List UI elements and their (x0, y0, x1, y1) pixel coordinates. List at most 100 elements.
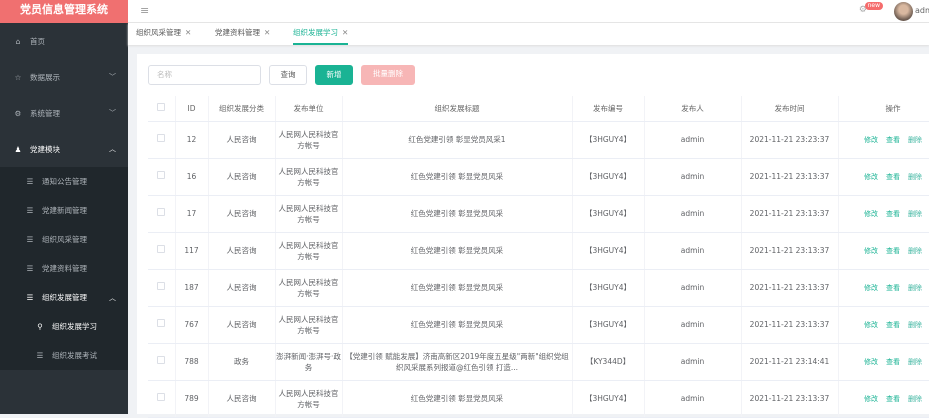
row-checkbox[interactable] (148, 121, 176, 159)
view-link[interactable]: 查看 (886, 247, 900, 255)
sidebar-item-news[interactable]: ☰ 党建新闻管理 (0, 196, 128, 225)
sidebar-item-label: 首页 (30, 36, 45, 46)
star-icon: ☆ (14, 72, 22, 82)
cell-publisher: admin (644, 343, 742, 381)
cell-category: 人民咨询 (208, 380, 276, 418)
cell-number: 【3HGUY4】 (572, 306, 645, 344)
delete-link[interactable]: 删除 (908, 284, 922, 292)
tab-materials[interactable]: 党建资料管理 ✕ (215, 23, 270, 45)
edit-link[interactable]: 修改 (864, 284, 878, 292)
delete-link[interactable]: 删除 (908, 173, 922, 181)
delete-link[interactable]: 删除 (908, 247, 922, 255)
cell-actions: 修改 查看 删除 (838, 343, 929, 381)
close-icon[interactable]: ✕ (185, 28, 191, 37)
sidebar-item-data[interactable]: ☆ 数据展示 ﹀ (0, 59, 128, 95)
cell-category: 人民咨询 (208, 158, 276, 196)
menu-toggle-icon[interactable]: ≡ (140, 4, 149, 17)
column-header: ID (175, 96, 209, 122)
table-row: 117 人民咨询 人民网人民科技官方帐号 红色党建引领 彰显党员风采 【3HGUY4】 a… (148, 232, 929, 270)
cell-category: 人民咨询 (208, 195, 276, 233)
cell-actions: 修改 查看 删除 (838, 121, 929, 159)
cell-id: 789 (175, 380, 209, 418)
cell-number: 【3HGUY4】 (572, 232, 645, 270)
delete-link[interactable]: 删除 (908, 136, 922, 144)
delete-link[interactable]: 删除 (908, 321, 922, 329)
cell-unit: 人民网人民科技官方帐号 (275, 232, 343, 270)
column-header: 发布编号 (572, 96, 645, 122)
cell-id: 17 (175, 195, 209, 233)
cell-actions: 修改 查看 删除 (838, 195, 929, 233)
edit-link[interactable]: 修改 (864, 173, 878, 181)
view-link[interactable]: 查看 (886, 358, 900, 366)
column-header: 组织发展分类 (208, 96, 276, 122)
chevron-down-icon: ﹀ (109, 73, 116, 81)
close-icon[interactable]: ✕ (264, 28, 270, 37)
tab-dev-study[interactable]: 组织发展学习 ✕ (293, 23, 349, 45)
sidebar-item-label: 党建资料管理 (42, 264, 87, 273)
cell-time: 2021-11-21 23:14:41 (741, 343, 839, 381)
row-checkbox[interactable] (148, 380, 176, 418)
close-icon[interactable]: ✕ (342, 28, 348, 37)
sidebar-item-label: 组织风采管理 (42, 235, 87, 244)
row-checkbox[interactable] (148, 232, 176, 270)
view-link[interactable]: 查看 (886, 136, 900, 144)
column-header: 发布时间 (741, 96, 839, 122)
edit-link[interactable]: 修改 (864, 321, 878, 329)
view-link[interactable]: 查看 (886, 173, 900, 181)
cell-category: 人民咨询 (208, 232, 276, 270)
row-checkbox[interactable] (148, 195, 176, 233)
sidebar-item-home[interactable]: ⌂ 首页 (0, 23, 128, 59)
row-checkbox[interactable] (148, 269, 176, 307)
edit-link[interactable]: 修改 (864, 136, 878, 144)
sidebar-item-materials[interactable]: ☰ 党建资料管理 (0, 254, 128, 283)
row-checkbox[interactable] (148, 158, 176, 196)
cell-unit: 人民网人民科技官方帐号 (275, 195, 343, 233)
batch-delete-button[interactable]: 批量删除 (361, 65, 415, 85)
cell-time: 2021-11-21 23:13:37 (741, 380, 839, 418)
table-row: 767 人民咨询 人民网人民科技官方帐号 红色党建引领 彰显党员风采 【3HGUY4】 a… (148, 306, 929, 344)
row-checkbox[interactable] (148, 306, 176, 344)
edit-link[interactable]: 修改 (864, 395, 878, 403)
cell-id: 16 (175, 158, 209, 196)
row-checkbox[interactable] (148, 343, 176, 381)
search-input[interactable]: 名称 (148, 65, 261, 85)
select-all-checkbox[interactable] (148, 96, 176, 122)
tab-style[interactable]: 组织风采管理 ✕ (136, 23, 191, 45)
add-button[interactable]: 新增 (315, 65, 353, 85)
submenu: ☰ 通知公告管理 ☰ 党建新闻管理 ☰ 组织风采管理 ☰ 党建资料管理 ☰ 组织发展管理 ︿… (0, 167, 128, 370)
sidebar-item-development[interactable]: ☰ 组织发展管理 ︿ (0, 283, 128, 312)
sidebar: 党员信息管理系统 ⌂ 首页 ☆ 数据展示 ﹀ ⚙ 系统管理 ﹀ ♟ 党建模块 ︿ ☰ 通知公告管… (0, 0, 128, 414)
sidebar-item-notice[interactable]: ☰ 通知公告管理 (0, 167, 128, 196)
cell-unit: 人民网人民科技官方帐号 (275, 158, 343, 196)
cell-publisher: admin (644, 195, 742, 233)
sidebar-item-dev-exam[interactable]: ☰ 组织发展考试 (0, 341, 128, 370)
delete-link[interactable]: 删除 (908, 395, 922, 403)
cell-title: 红色党建引领 彰显党员风采 (342, 380, 573, 418)
cell-publisher: admin (644, 306, 742, 344)
view-link[interactable]: 查看 (886, 321, 900, 329)
sidebar-item-party[interactable]: ♟ 党建模块 ︿ (0, 131, 128, 167)
cell-unit: 人民网人民科技官方帐号 (275, 306, 343, 344)
username[interactable]: admin (915, 6, 929, 15)
edit-link[interactable]: 修改 (864, 247, 878, 255)
edit-link[interactable]: 修改 (864, 358, 878, 366)
sidebar-item-system[interactable]: ⚙ 系统管理 ﹀ (0, 95, 128, 131)
cell-title: 【党建引领 赋能发展】济南高新区2019年度五星级"两新"组织党组织风采展系列报… (342, 343, 573, 381)
edit-link[interactable]: 修改 (864, 210, 878, 218)
list-icon: ☰ (26, 293, 34, 302)
sidebar-item-style[interactable]: ☰ 组织风采管理 (0, 225, 128, 254)
cell-id: 12 (175, 121, 209, 159)
view-link[interactable]: 查看 (886, 284, 900, 292)
view-link[interactable]: 查看 (886, 395, 900, 403)
view-link[interactable]: 查看 (886, 210, 900, 218)
cell-title: 红色党建引领 彰显党员风采 (342, 306, 573, 344)
user-icon: ♟ (14, 144, 22, 154)
avatar[interactable] (894, 2, 913, 21)
sidebar-item-label: 组织发展学习 (52, 322, 97, 331)
query-button[interactable]: 查询 (269, 65, 307, 85)
table-row: 789 人民咨询 人民网人民科技官方帐号 红色党建引领 彰显党员风采 【3HGUY4】 a… (148, 380, 929, 418)
table-row: 187 人民咨询 人民网人民科技官方帐号 红色党建引领 彰显党员风采 【3HGUY4】 a… (148, 269, 929, 307)
delete-link[interactable]: 删除 (908, 210, 922, 218)
sidebar-item-dev-study[interactable]: ⚲ 组织发展学习 (0, 312, 128, 341)
delete-link[interactable]: 删除 (908, 358, 922, 366)
